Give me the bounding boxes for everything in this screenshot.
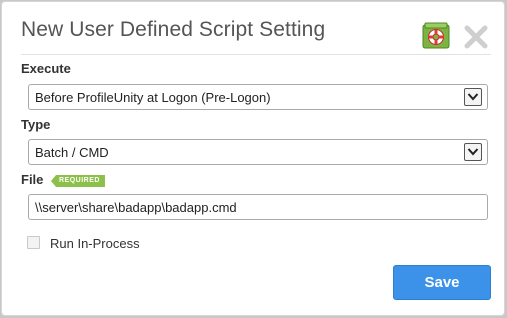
type-select[interactable]: Batch / CMD bbox=[28, 139, 488, 165]
save-button[interactable]: Save bbox=[393, 265, 491, 300]
title-divider bbox=[21, 54, 491, 55]
dialog-title: New User Defined Script Setting bbox=[21, 18, 326, 41]
chevron-down-icon[interactable] bbox=[464, 143, 482, 161]
file-path-value: \\server\share\badapp\badapp.cmd bbox=[35, 200, 237, 215]
execute-label: Execute bbox=[21, 61, 71, 76]
file-path-input[interactable]: \\server\share\badapp\badapp.cmd bbox=[28, 194, 488, 220]
type-label: Type bbox=[21, 117, 51, 132]
help-button[interactable] bbox=[422, 22, 450, 49]
file-label: File bbox=[21, 172, 44, 187]
lifebuoy-icon bbox=[422, 22, 450, 49]
execute-selected-value: Before ProfileUnity at Logon (Pre-Logon) bbox=[35, 90, 271, 105]
close-icon bbox=[464, 25, 488, 49]
execute-select[interactable]: Before ProfileUnity at Logon (Pre-Logon) bbox=[28, 84, 488, 110]
script-setting-dialog: New User Defined Script Setting Execute … bbox=[1, 1, 505, 316]
run-in-process-label[interactable]: Run In-Process bbox=[50, 236, 140, 251]
type-selected-value: Batch / CMD bbox=[35, 145, 109, 160]
required-badge: REQUIRED bbox=[51, 175, 105, 187]
close-button[interactable] bbox=[463, 24, 489, 50]
run-in-process-checkbox[interactable] bbox=[27, 236, 40, 249]
chevron-down-icon[interactable] bbox=[464, 88, 482, 106]
